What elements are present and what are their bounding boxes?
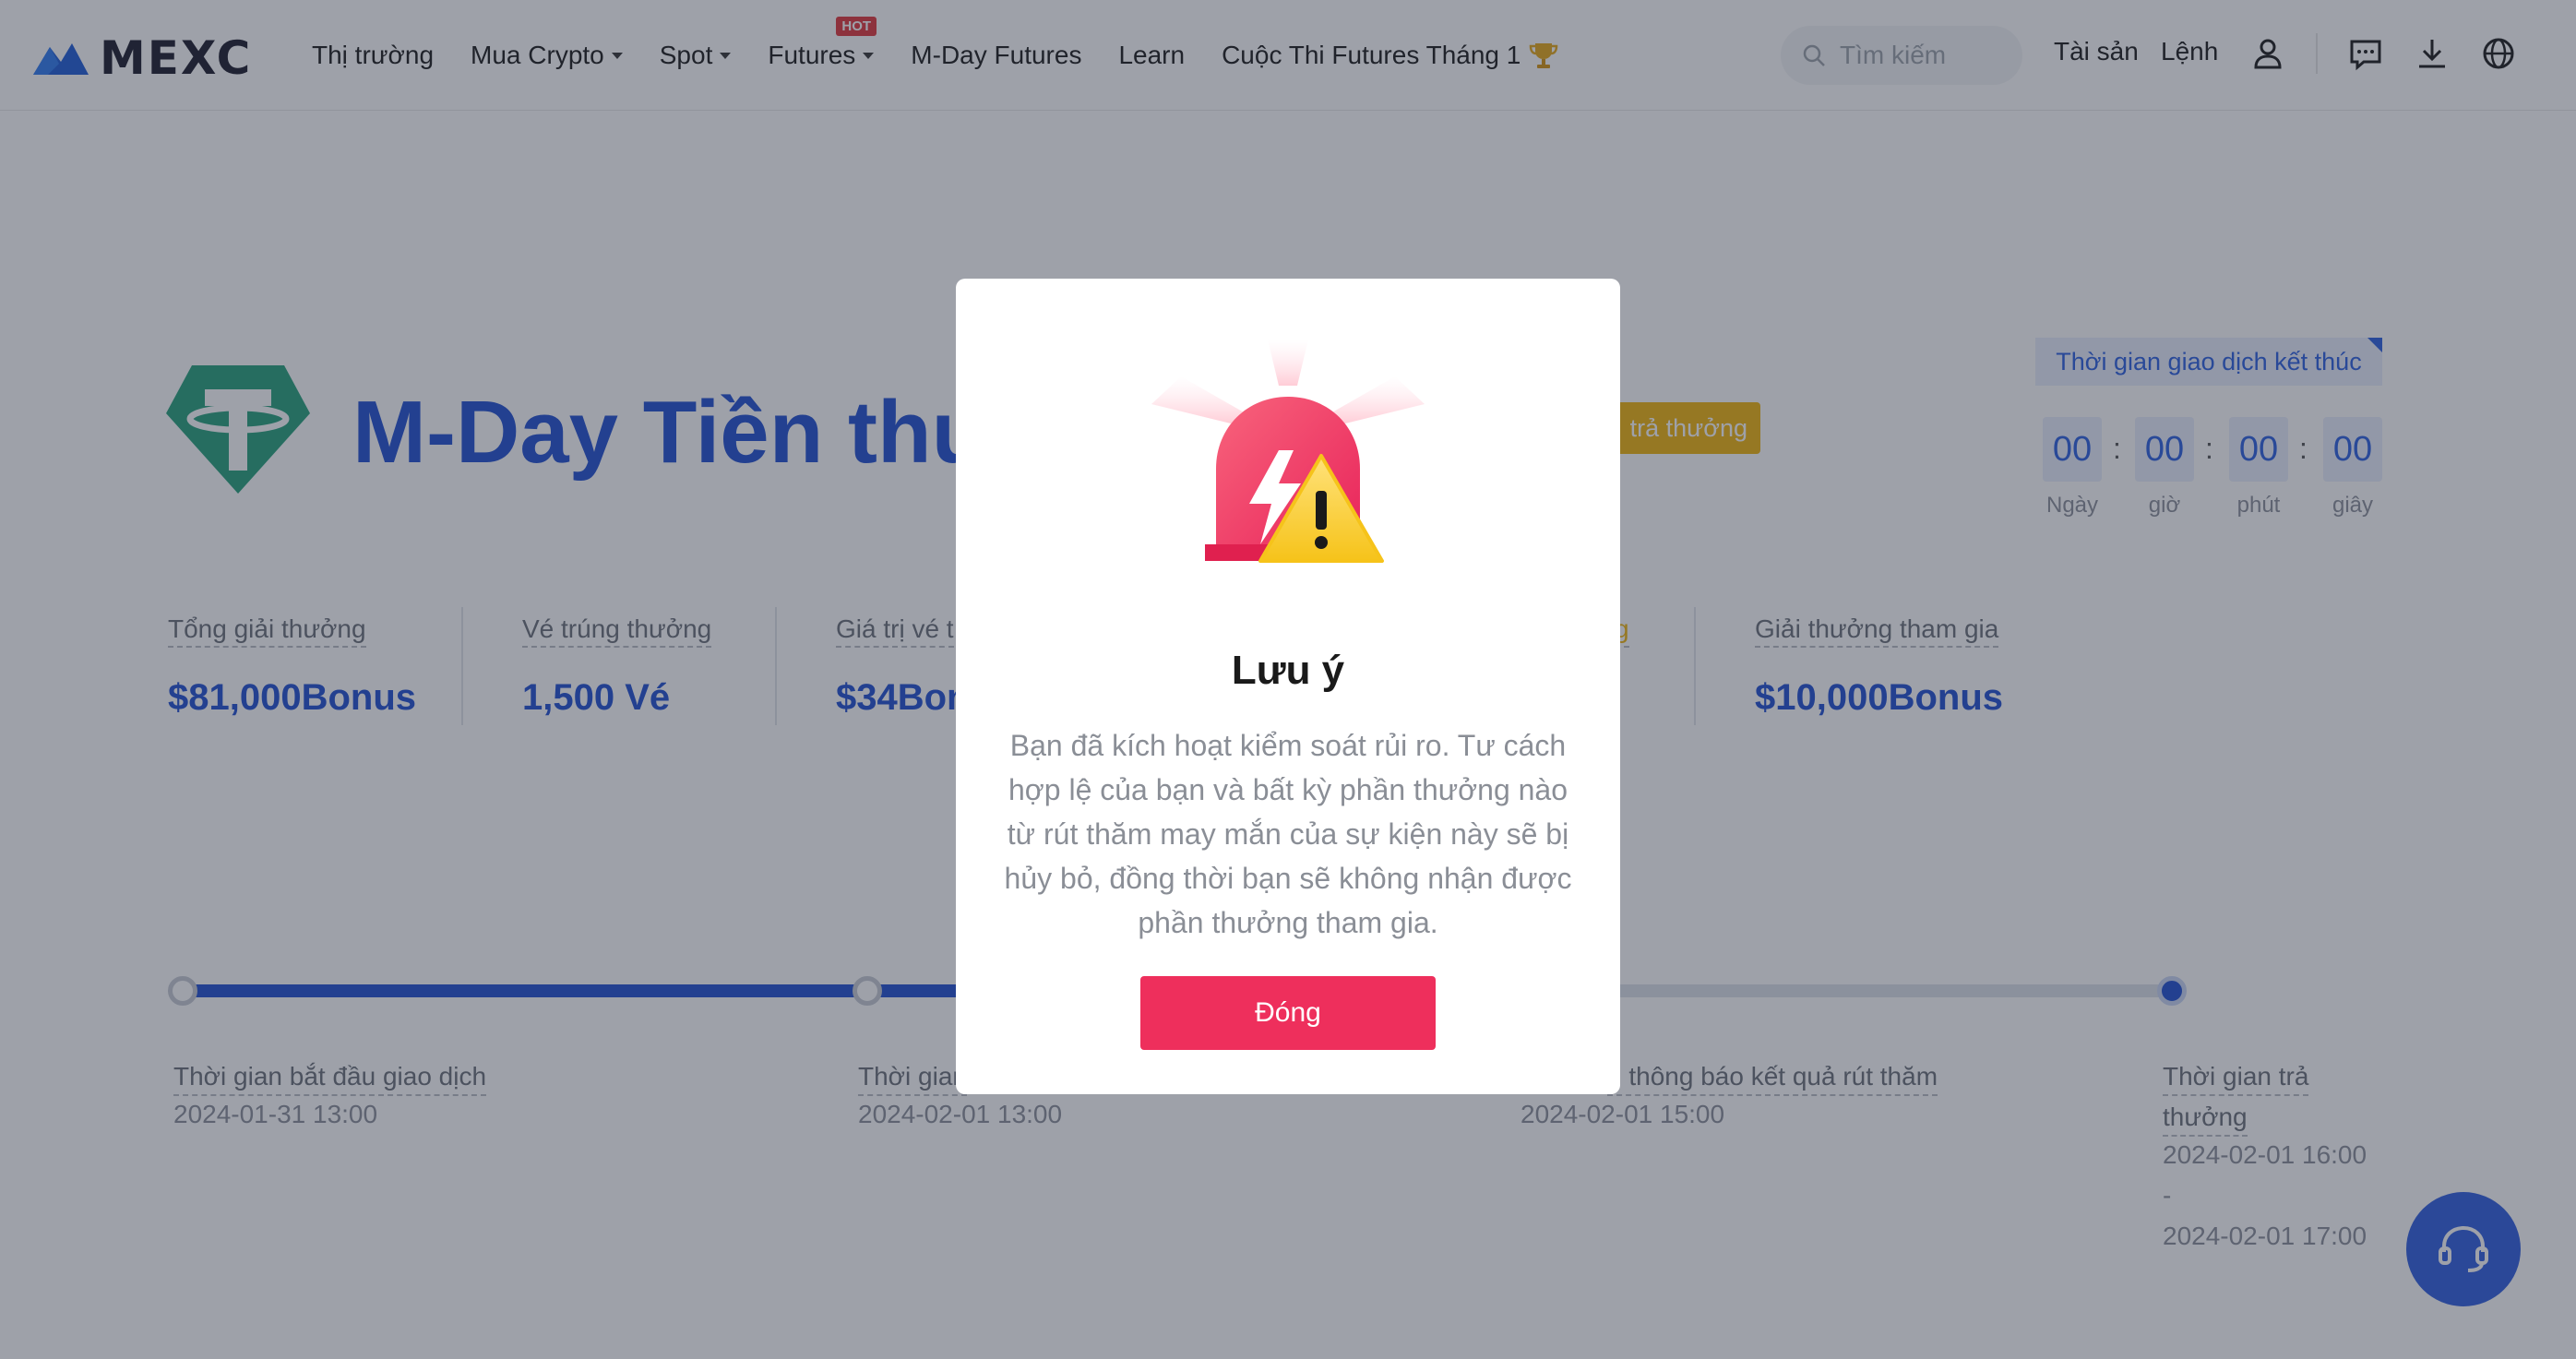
alarm-warning-icon [1151,340,1425,563]
modal-message: Bạn đã kích hoạt kiểm soát rủi ro. Tư cá… [1004,729,1572,939]
modal-title: Lưu ý [1231,648,1345,693]
close-button[interactable]: Đóng [1140,976,1436,1050]
risk-control-modal: Lưu ý Bạn đã kích hoạt kiểm soát rủi ro.… [956,279,1620,1094]
